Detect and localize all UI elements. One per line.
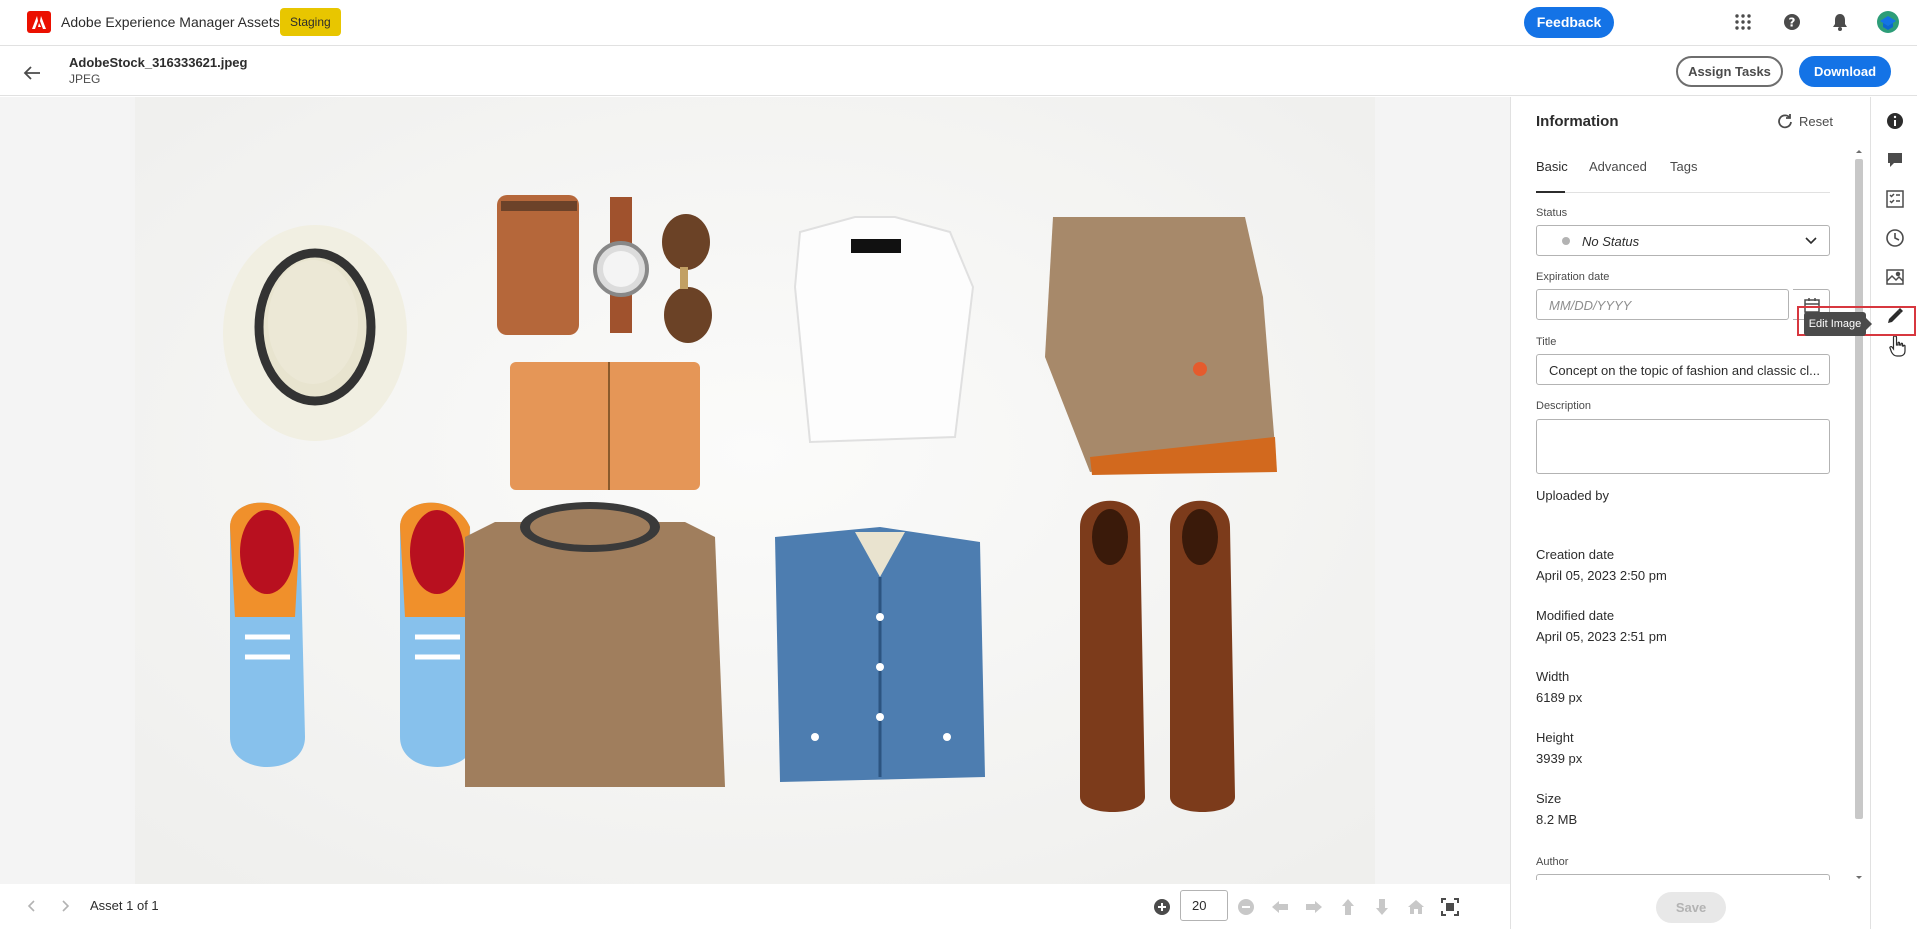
active-tab-indicator	[1536, 191, 1565, 193]
hat-illustration	[223, 225, 407, 441]
top-navigation-bar: Adobe Experience Manager Assets Staging …	[0, 0, 1917, 46]
previous-asset-chevron-icon[interactable]	[22, 896, 42, 916]
zoom-level-input[interactable]: 20	[1180, 890, 1228, 921]
author-input[interactable]	[1536, 874, 1830, 880]
author-label: Author	[1536, 856, 1569, 868]
tasks-icon[interactable]	[1885, 189, 1905, 209]
status-label: Status	[1536, 207, 1568, 219]
size-value: 8.2 MB	[1536, 812, 1578, 827]
tab-advanced[interactable]: Advanced	[1589, 159, 1647, 174]
apps-grid-icon[interactable]	[1731, 10, 1755, 34]
height-value: 3939 px	[1536, 751, 1583, 766]
zoom-in-icon[interactable]	[1151, 896, 1173, 918]
expiration-date-label: Expiration date	[1536, 271, 1610, 283]
app-title[interactable]: Adobe Experience Manager Assets	[61, 14, 280, 30]
asset-file-name: AdobeStock_316333621.jpeg	[69, 55, 248, 70]
comments-icon[interactable]	[1885, 150, 1905, 170]
back-arrow-icon[interactable]	[20, 61, 44, 85]
panel-scrollbar[interactable]	[1854, 147, 1864, 882]
pan-up-arrow-icon[interactable]	[1337, 896, 1359, 918]
modified-date-label: Modified date	[1536, 608, 1615, 623]
pan-down-arrow-icon[interactable]	[1371, 896, 1393, 918]
feedback-button[interactable]: Feedback	[1524, 7, 1614, 38]
viewer-footer: Asset 1 of 1 20	[0, 884, 1510, 929]
title-input[interactable]: Concept on the topic of fashion and clas…	[1536, 354, 1830, 385]
pan-left-arrow-icon[interactable]	[1269, 896, 1291, 918]
asset-preview-image[interactable]	[135, 97, 1375, 884]
tab-tags[interactable]: Tags	[1670, 159, 1697, 174]
refresh-icon	[1778, 114, 1792, 129]
right-icon-rail	[1870, 97, 1917, 929]
asset-file-type: JPEG	[69, 72, 101, 86]
fit-to-screen-icon[interactable]	[1439, 896, 1461, 918]
chevron-down-icon	[1805, 237, 1817, 245]
reset-label: Reset	[1799, 113, 1833, 129]
asset-position-text: Asset 1 of 1	[90, 898, 159, 913]
creation-date-value: April 05, 2023 2:50 pm	[1536, 568, 1667, 583]
uploaded-by-label: Uploaded by	[1536, 488, 1609, 503]
title-label: Title	[1536, 336, 1557, 348]
expiration-date-input[interactable]: MM/DD/YYYY	[1536, 289, 1789, 320]
reset-view-home-icon[interactable]	[1405, 896, 1427, 918]
reset-button[interactable]: Reset	[1777, 113, 1833, 129]
renditions-image-icon[interactable]	[1885, 267, 1905, 287]
environment-badge: Staging	[280, 8, 341, 36]
zoom-out-icon[interactable]	[1235, 896, 1257, 918]
notifications-bell-icon[interactable]	[1828, 10, 1852, 34]
pan-right-arrow-icon[interactable]	[1303, 896, 1325, 918]
modified-date-value: April 05, 2023 2:51 pm	[1536, 629, 1667, 644]
save-button[interactable]: Save	[1656, 892, 1726, 923]
width-label: Width	[1536, 669, 1570, 684]
help-icon[interactable]: ?	[1780, 10, 1804, 34]
edit-image-tooltip: Edit Image	[1804, 312, 1872, 336]
panel-title: Information	[1536, 113, 1619, 130]
tshirt-illustration	[793, 216, 975, 444]
user-avatar[interactable]	[1876, 10, 1900, 34]
expiration-date-placeholder: MM/DD/YYYY	[1549, 298, 1632, 313]
description-label: Description	[1536, 400, 1592, 412]
svg-text:?: ?	[1789, 16, 1796, 30]
download-button[interactable]: Download	[1799, 56, 1891, 87]
creation-date-label: Creation date	[1536, 547, 1615, 562]
assign-tasks-button[interactable]: Assign Tasks	[1676, 56, 1783, 87]
history-clock-icon[interactable]	[1885, 228, 1905, 248]
trousers-illustration	[1045, 217, 1277, 475]
sweater-illustration	[465, 502, 725, 787]
size-label: Size	[1536, 791, 1562, 806]
status-dropdown[interactable]: No Status	[1536, 225, 1830, 256]
adobe-logo-icon[interactable]	[27, 11, 51, 33]
tab-basic[interactable]: Basic	[1536, 159, 1568, 174]
status-dot-icon	[1562, 237, 1570, 245]
status-value: No Status	[1582, 234, 1640, 249]
info-tabs: Basic Advanced Tags	[1536, 149, 1830, 193]
next-asset-chevron-icon[interactable]	[55, 896, 75, 916]
info-icon[interactable]	[1885, 111, 1905, 131]
asset-header-bar: AdobeStock_316333621.jpeg JPEG Assign Ta…	[0, 47, 1917, 96]
denim-shirt-illustration	[775, 527, 985, 782]
mouse-cursor-hand-icon	[1889, 335, 1907, 362]
width-value: 6189 px	[1536, 690, 1583, 705]
information-panel: Information Reset Basic Advanced Tags St…	[1510, 97, 1870, 929]
asset-viewer[interactable]	[0, 97, 1510, 884]
height-label: Height	[1536, 730, 1574, 745]
description-textarea[interactable]	[1536, 419, 1830, 474]
title-value: Concept on the topic of fashion and clas…	[1549, 363, 1820, 378]
